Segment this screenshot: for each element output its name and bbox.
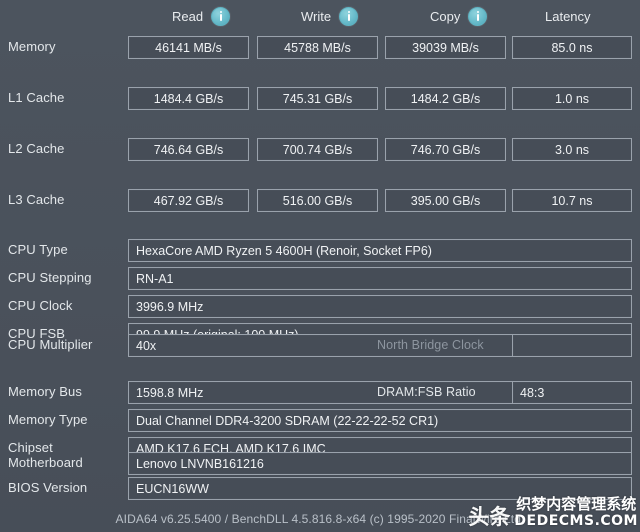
info-icon-read[interactable] bbox=[211, 6, 231, 26]
benchmark-row-l2-cache: L2 Cache 746.64 GB/s 700.74 GB/s 746.70 … bbox=[0, 138, 640, 164]
bios-version-value: EUCN16WW bbox=[128, 477, 632, 500]
benchmark-l2-read-value: 746.64 GB/s bbox=[128, 138, 249, 161]
memory-type-label: Memory Type bbox=[8, 412, 88, 427]
column-header-latency-label: Latency bbox=[545, 8, 591, 24]
cpu-multiplier-row: CPU Multiplier 40x North Bridge Clock bbox=[0, 334, 640, 358]
benchmark-l2-write-value: 700.74 GB/s bbox=[257, 138, 378, 161]
cpu-stepping-value: RN-A1 bbox=[128, 267, 632, 290]
dram-fsb-ratio-value: 48:3 bbox=[512, 381, 632, 404]
benchmark-l3-read-value: 467.92 GB/s bbox=[128, 189, 249, 212]
cpu-stepping-label: CPU Stepping bbox=[8, 270, 92, 285]
info-icon-copy[interactable] bbox=[468, 6, 488, 26]
motherboard-label: Motherboard bbox=[8, 455, 83, 470]
cpu-type-row: CPU Type HexaCore AMD Ryzen 5 4600H (Ren… bbox=[0, 239, 640, 263]
cpu-stepping-row: CPU Stepping RN-A1 bbox=[0, 267, 640, 291]
north-bridge-clock-label: North Bridge Clock bbox=[377, 338, 484, 352]
cpu-clock-row: CPU Clock 3996.9 MHz bbox=[0, 295, 640, 319]
benchmark-l3-latency-value: 10.7 ns bbox=[512, 189, 632, 212]
benchmark-memory-copy-value: 39039 MB/s bbox=[385, 36, 506, 59]
bios-version-row: BIOS Version EUCN16WW bbox=[0, 477, 640, 501]
cpu-clock-label: CPU Clock bbox=[8, 298, 73, 313]
benchmark-l1-read-value: 1484.4 GB/s bbox=[128, 87, 249, 110]
benchmark-l3-write-value: 516.00 GB/s bbox=[257, 189, 378, 212]
column-header-write: Write bbox=[301, 6, 359, 26]
cpu-type-value: HexaCore AMD Ryzen 5 4600H (Renoir, Sock… bbox=[128, 239, 632, 262]
aida64-benchmark-panel: Read Write Copy Latency Memory 46141 MB/… bbox=[0, 0, 640, 532]
column-header-latency: Latency bbox=[545, 6, 591, 26]
memory-type-row: Memory Type Dual Channel DDR4-3200 SDRAM… bbox=[0, 409, 640, 433]
column-header-copy-label: Copy bbox=[430, 8, 461, 24]
cpu-multiplier-label: CPU Multiplier bbox=[8, 337, 93, 352]
column-header-write-label: Write bbox=[301, 8, 332, 24]
info-icon-write[interactable] bbox=[339, 6, 359, 26]
benchmark-row-l3-cache: L3 Cache 467.92 GB/s 516.00 GB/s 395.00 … bbox=[0, 189, 640, 215]
benchmark-row-memory-label: Memory bbox=[8, 39, 56, 54]
motherboard-row: Motherboard Lenovo LNVNB161216 bbox=[0, 452, 640, 476]
north-bridge-clock-value bbox=[512, 334, 632, 357]
memory-bus-label: Memory Bus bbox=[8, 384, 82, 399]
benchmark-row-memory: Memory 46141 MB/s 45788 MB/s 39039 MB/s … bbox=[0, 36, 640, 62]
bios-version-label: BIOS Version bbox=[8, 480, 88, 495]
cpu-type-label: CPU Type bbox=[8, 242, 68, 257]
benchmark-row-l3-cache-label: L3 Cache bbox=[8, 192, 65, 207]
benchmark-row-l2-cache-label: L2 Cache bbox=[8, 141, 65, 156]
column-header-copy: Copy bbox=[430, 6, 488, 26]
benchmark-row-l1-cache: L1 Cache 1484.4 GB/s 745.31 GB/s 1484.2 … bbox=[0, 87, 640, 113]
benchmark-l1-copy-value: 1484.2 GB/s bbox=[385, 87, 506, 110]
dram-fsb-ratio-label: DRAM:FSB Ratio bbox=[377, 385, 476, 399]
footer-version-text: AIDA64 v6.25.5400 / BenchDLL 4.5.816.8-x… bbox=[115, 512, 525, 526]
benchmark-l2-copy-value: 746.70 GB/s bbox=[385, 138, 506, 161]
benchmark-l3-copy-value: 395.00 GB/s bbox=[385, 189, 506, 212]
benchmark-l2-latency-value: 3.0 ns bbox=[512, 138, 632, 161]
cpu-clock-value: 3996.9 MHz bbox=[128, 295, 632, 318]
benchmark-memory-write-value: 45788 MB/s bbox=[257, 36, 378, 59]
benchmark-l1-write-value: 745.31 GB/s bbox=[257, 87, 378, 110]
benchmark-memory-latency-value: 85.0 ns bbox=[512, 36, 632, 59]
column-header-read: Read bbox=[172, 6, 231, 26]
column-header-read-label: Read bbox=[172, 8, 204, 24]
benchmark-l1-latency-value: 1.0 ns bbox=[512, 87, 632, 110]
motherboard-value: Lenovo LNVNB161216 bbox=[128, 452, 632, 475]
memory-type-value: Dual Channel DDR4-3200 SDRAM (22-22-22-5… bbox=[128, 409, 632, 432]
memory-bus-row: Memory Bus 1598.8 MHz DRAM:FSB Ratio 48:… bbox=[0, 381, 640, 405]
benchmark-column-headers: Read Write Copy Latency bbox=[0, 0, 640, 30]
benchmark-memory-read-value: 46141 MB/s bbox=[128, 36, 249, 59]
benchmark-row-l1-cache-label: L1 Cache bbox=[8, 90, 65, 105]
